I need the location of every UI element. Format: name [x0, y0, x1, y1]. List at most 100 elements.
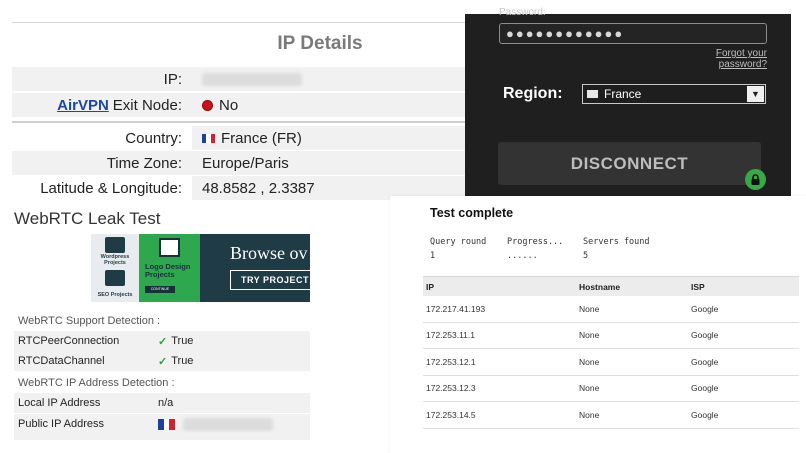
checkmark-icon: ✓	[158, 355, 168, 368]
region-label: Region:	[503, 85, 563, 102]
ad-tile2-caption: SEO Projects	[97, 292, 133, 298]
divider	[12, 22, 470, 23]
query-round-label: Query round	[430, 237, 487, 247]
picture-frame-icon	[159, 238, 180, 257]
cell-isp: Google	[691, 383, 719, 394]
ad-logo-design: Logo Design Projects CONTINUE	[139, 234, 200, 302]
column-header-ip: IP	[426, 281, 435, 292]
local-ip-row: Local IP Address n/a	[14, 393, 310, 413]
table-row: 172.253.12.1 None Google	[423, 349, 799, 376]
ip-heading-text: WebRTC IP Address Detection :	[18, 377, 175, 389]
cell-hostname: None	[579, 303, 600, 314]
password-field[interactable]: ●●●●●●●●●●●●	[499, 23, 767, 44]
webrtc-panel: WebRTC Leak Test Wordpress Projects SEO …	[0, 205, 390, 453]
cell-ip: 172.217.41.193	[426, 303, 486, 314]
support-heading-text: WebRTC Support Detection :	[18, 315, 161, 327]
peer-value-cell: ✓ True	[154, 331, 310, 351]
cell-ip: 172.253.14.5	[426, 409, 476, 420]
peer-connection-row: RTCPeerConnection ✓ True	[14, 331, 310, 351]
region-select-value: France	[604, 87, 642, 101]
timezone-value: Europe/Paris	[192, 151, 470, 175]
timezone-label: Time Zone:	[12, 151, 192, 175]
ip-label: IP:	[12, 67, 192, 91]
airvpn-link[interactable]: AirVPN	[57, 97, 109, 114]
peer-value: True	[171, 335, 194, 347]
table-bottom	[14, 434, 310, 440]
status-dot-icon	[202, 99, 213, 111]
exit-node-value: No	[219, 96, 239, 114]
exit-node-label-cell: AirVPN Exit Node:	[12, 93, 192, 117]
datachannel-label: RTCDataChannel	[14, 351, 154, 371]
datachannel-value-cell: ✓ True	[154, 351, 310, 371]
table-row: 172.217.41.193 None Google	[423, 296, 799, 323]
ad-mid-text: Logo Design Projects	[145, 262, 191, 279]
cell-ip: 172.253.12.3	[426, 383, 476, 394]
ad-continue-button[interactable]: CONTINUE	[145, 286, 175, 293]
ad-tile1-caption: Wordpress Projects	[100, 254, 130, 266]
ip-details-title: IP Details	[277, 33, 363, 54]
cell-isp: Google	[691, 409, 719, 420]
redacted-ip	[202, 72, 302, 86]
country-row: Country: France (FR)	[12, 126, 470, 150]
country-value-cell: France (FR)	[192, 126, 470, 150]
datachannel-value: True	[171, 355, 194, 367]
servers-found-label: Servers found	[583, 237, 650, 247]
local-ip-label: Local IP Address	[14, 393, 154, 413]
table-row: 172.253.11.1 None Google	[423, 323, 799, 349]
cell-ip: 172.253.11.1	[426, 330, 475, 341]
cell-hostname: None	[579, 409, 600, 420]
seo-icon	[105, 270, 125, 286]
cell-hostname: None	[579, 383, 600, 394]
ad-cta-button[interactable]: TRY PROJECT	[230, 270, 310, 290]
cell-ip: 172.253.12.1	[426, 356, 476, 367]
disconnect-button[interactable]: DISCONNECT	[498, 142, 761, 185]
ip-value-redacted	[192, 67, 470, 91]
dns-test-panel: Test complete Query round 1 Progress... …	[390, 196, 806, 453]
column-header-isp: ISP	[691, 281, 705, 292]
public-ip-label: Public IP Address	[14, 414, 154, 434]
ip-detection-heading: WebRTC IP Address Detection :	[14, 373, 310, 393]
table-header: IP Hostname ISP	[423, 276, 799, 296]
wordpress-icon	[105, 237, 125, 253]
france-flag-icon	[158, 418, 176, 430]
webrtc-title: WebRTC Leak Test	[14, 209, 161, 228]
exit-node-label: Exit Node:	[112, 96, 182, 114]
region-select[interactable]: France ▼	[582, 84, 766, 104]
exit-node-row: AirVPN Exit Node: No	[12, 93, 470, 117]
chevron-down-icon[interactable]: ▼	[747, 86, 764, 102]
column-header-hostname: Hostname	[579, 281, 621, 292]
table-row: 172.253.14.5 None Google	[423, 402, 799, 429]
servers-found-value: 5	[583, 251, 589, 261]
public-ip-value-cell	[154, 414, 310, 434]
ip-row: IP:	[12, 67, 470, 91]
password-label: Password:	[499, 7, 546, 18]
ip-details-panel: IP Details IP: AirVPN Exit Node: No Coun…	[0, 0, 470, 205]
progress-label: Progress...	[507, 237, 564, 247]
latlong-label: Latitude & Longitude:	[40, 179, 182, 197]
cell-isp: Google	[691, 303, 719, 314]
redacted-ip	[183, 417, 273, 431]
table-row: 172.253.12.3 None Google	[423, 376, 799, 402]
lock-icon	[745, 169, 766, 190]
exit-node-value-cell: No	[192, 93, 470, 117]
cell-hostname: None	[579, 356, 600, 367]
vpn-client-window: Password: ●●●●●●●●●●●● Forgot your passw…	[465, 7, 791, 196]
local-ip-value: n/a	[154, 393, 310, 413]
france-flag-icon	[202, 133, 215, 143]
cell-hostname: None	[579, 330, 600, 341]
country-value: France (FR)	[221, 129, 302, 147]
cell-isp: Google	[691, 330, 719, 341]
ad-browse-section: Browse ov TRY PROJECT	[200, 234, 310, 302]
forgot-password-link[interactable]: Forgot your password?	[665, 48, 767, 70]
checkmark-icon: ✓	[158, 335, 168, 348]
advertisement-banner[interactable]: Wordpress Projects SEO Projects Logo Des…	[91, 234, 310, 302]
ad-tiles: Wordpress Projects SEO Projects	[91, 234, 139, 302]
country-label: Country:	[125, 129, 182, 147]
flag-icon	[587, 90, 598, 98]
query-round-value: 1	[430, 251, 436, 261]
cell-isp: Google	[691, 356, 719, 367]
peer-label: RTCPeerConnection	[14, 331, 154, 351]
test-status-title: Test complete	[430, 206, 514, 220]
public-ip-row: Public IP Address	[14, 414, 310, 434]
dns-results-table: IP Hostname ISP 172.217.41.193 None Goog…	[423, 276, 799, 429]
